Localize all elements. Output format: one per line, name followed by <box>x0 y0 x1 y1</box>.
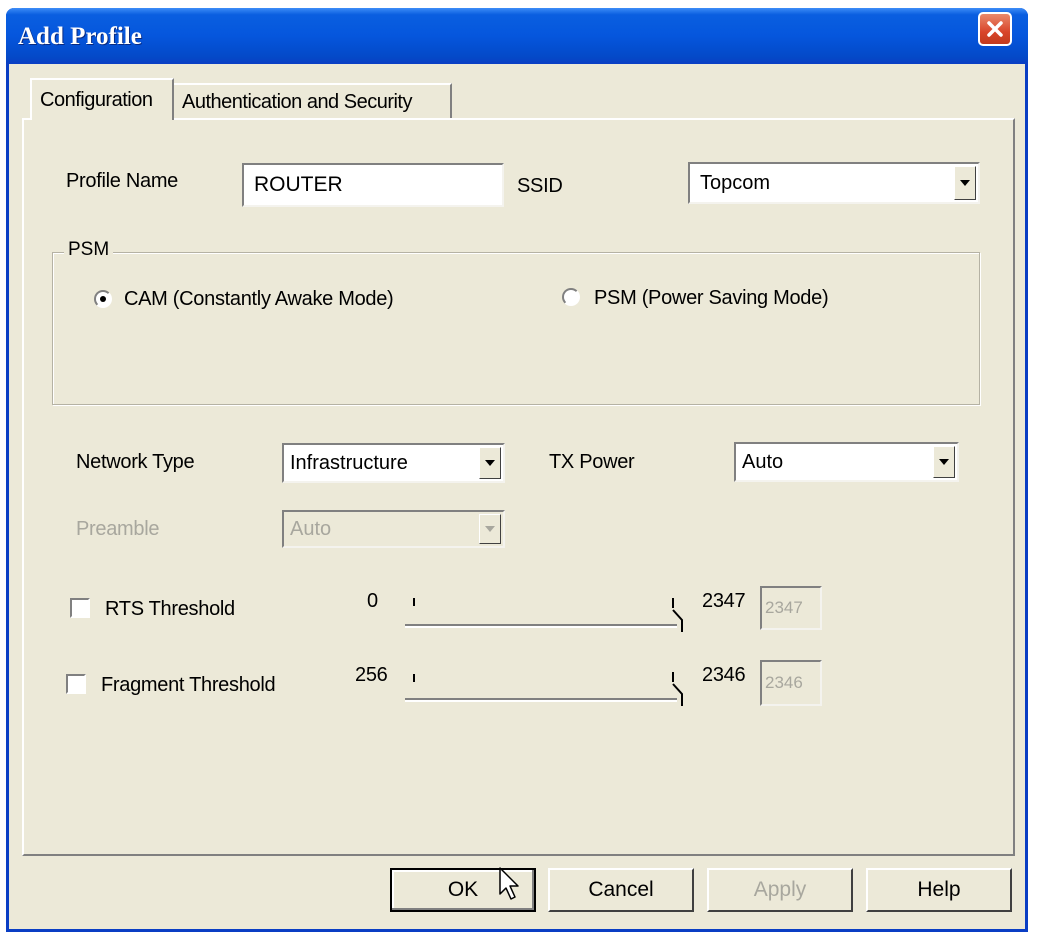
rts-max-label: 2347 <box>702 590 746 612</box>
ssid-label: SSID <box>517 175 563 197</box>
title-bar[interactable]: Add Profile <box>6 8 1028 64</box>
close-icon <box>987 21 1003 37</box>
profile-name-value: ROUTER <box>254 173 343 196</box>
ssid-dropdown[interactable]: Topcom <box>688 162 980 204</box>
chevron-down-icon <box>479 514 501 544</box>
cam-radio-label[interactable]: CAM (Constantly Awake Mode) <box>124 288 394 311</box>
network-type-label: Network Type <box>76 451 195 473</box>
preamble-label: Preamble <box>76 518 160 540</box>
cancel-button-label: Cancel <box>588 878 654 901</box>
tab-authentication-security-label: Authentication and Security <box>182 90 413 113</box>
profile-name-label: Profile Name <box>66 170 178 192</box>
ok-button-label: OK <box>447 878 479 901</box>
help-button[interactable]: Help <box>866 868 1012 912</box>
profile-name-input[interactable]: ROUTER <box>242 163 504 207</box>
apply-button-label: Apply <box>753 878 807 901</box>
window-title: Add Profile <box>18 23 142 50</box>
apply-button: Apply <box>707 868 853 912</box>
rts-threshold-checkbox[interactable] <box>70 598 90 618</box>
psm-radio[interactable] <box>562 288 580 306</box>
tab-configuration[interactable]: Configuration <box>30 78 174 120</box>
network-type-value: Infrastructure <box>290 451 408 474</box>
cancel-button[interactable]: Cancel <box>548 868 694 912</box>
fragment-min-label: 256 <box>355 664 388 686</box>
close-button[interactable] <box>978 12 1012 46</box>
tx-power-value: Auto <box>742 450 784 473</box>
fragment-slider-tick-start <box>413 674 415 682</box>
tx-power-label: TX Power <box>549 451 635 473</box>
fragment-threshold-checkbox[interactable] <box>66 674 86 694</box>
rts-slider-track[interactable] <box>405 624 677 628</box>
configuration-panel <box>22 118 1015 856</box>
rts-slider-thumb[interactable] <box>670 596 686 634</box>
preamble-value: Auto <box>290 517 332 540</box>
cam-radio[interactable] <box>94 290 112 308</box>
rts-threshold-label[interactable]: RTS Threshold <box>105 598 235 621</box>
network-type-dropdown[interactable]: Infrastructure <box>282 443 505 483</box>
radio-selected-dot <box>100 296 106 302</box>
psm-radio-label[interactable]: PSM (Power Saving Mode) <box>594 287 829 310</box>
rts-min-label: 0 <box>367 590 378 612</box>
help-button-label: Help <box>917 878 961 901</box>
fragment-value-field: 2346 <box>760 660 822 706</box>
fragment-value: 2346 <box>765 673 803 692</box>
psm-group-label: PSM <box>64 239 114 261</box>
fragment-slider-thumb[interactable] <box>670 670 686 708</box>
preamble-dropdown: Auto <box>282 510 505 548</box>
mouse-pointer-icon <box>499 867 519 900</box>
fragment-slider-track[interactable] <box>405 698 677 702</box>
fragment-max-label: 2346 <box>702 664 746 686</box>
tab-configuration-label: Configuration <box>40 88 153 111</box>
chevron-down-icon[interactable] <box>954 166 976 200</box>
chevron-down-icon[interactable] <box>933 446 955 478</box>
psm-group <box>52 252 980 405</box>
ssid-value: Topcom <box>700 171 771 194</box>
rts-value-field: 2347 <box>760 586 822 630</box>
rts-slider-tick-start <box>413 598 415 606</box>
rts-value: 2347 <box>765 598 803 617</box>
fragment-threshold-label[interactable]: Fragment Threshold <box>101 674 276 697</box>
tab-authentication-security[interactable]: Authentication and Security <box>174 83 452 119</box>
tx-power-dropdown[interactable]: Auto <box>734 442 959 482</box>
chevron-down-icon[interactable] <box>479 447 501 479</box>
